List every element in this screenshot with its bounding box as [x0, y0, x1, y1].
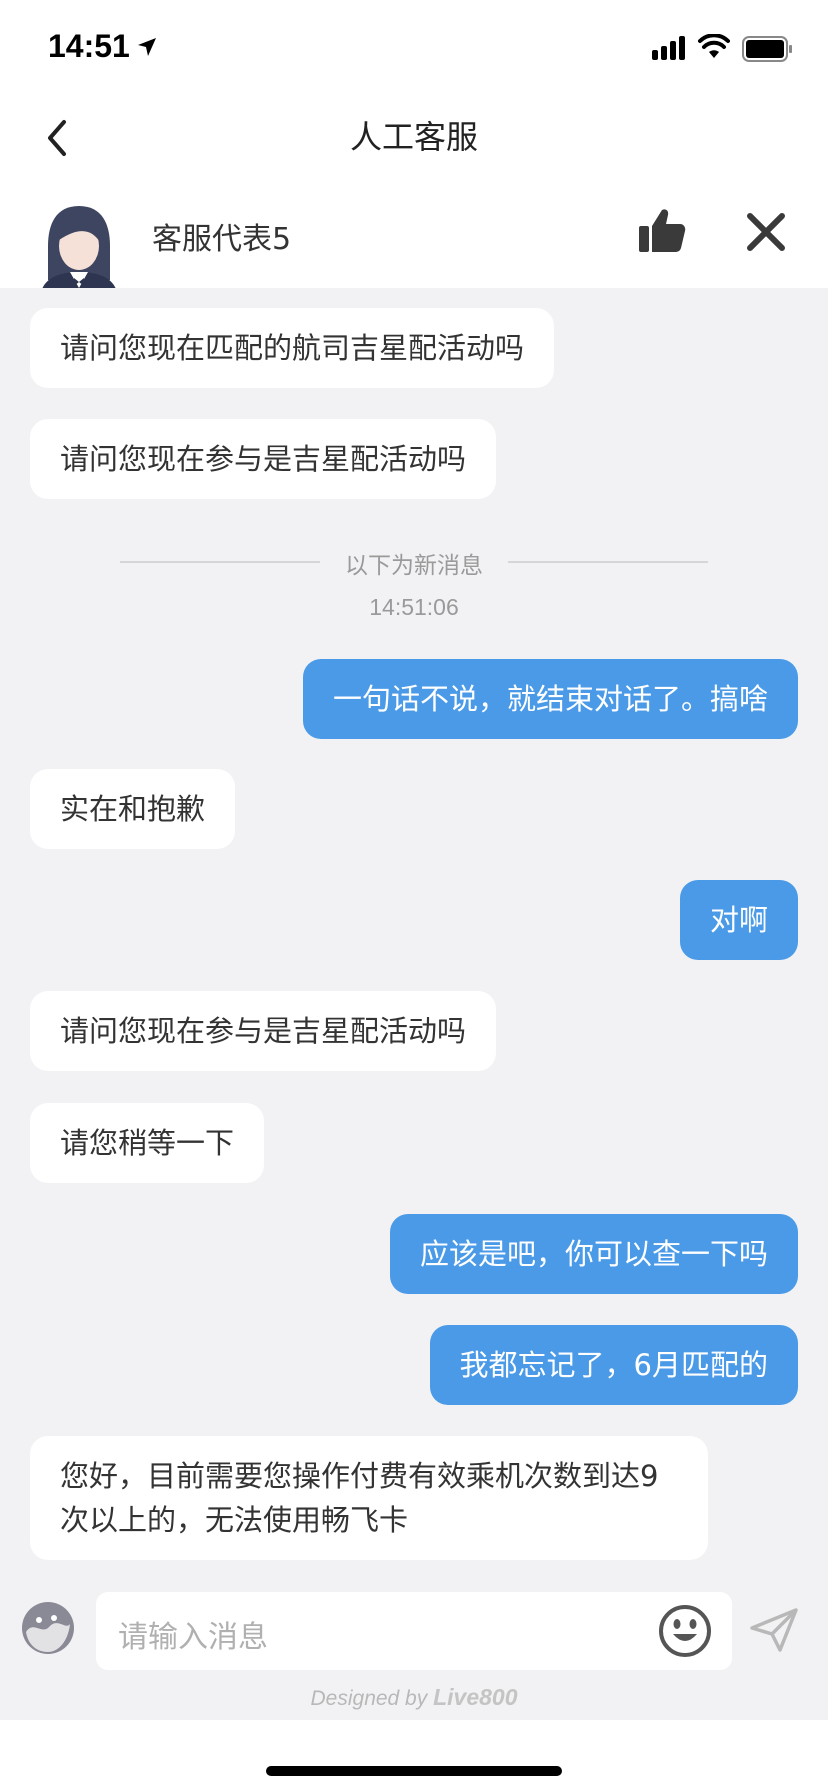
location-arrow-icon — [138, 38, 156, 56]
emoji-icon[interactable] — [658, 1604, 712, 1658]
message-timestamp: 14:51:06 — [369, 594, 459, 620]
close-icon[interactable] — [744, 210, 788, 254]
incoming-message: 请问您现在匹配的航司吉星配活动吗 — [30, 308, 555, 388]
agent-header: 客服代表5 — [0, 190, 828, 300]
send-icon[interactable] — [748, 1606, 800, 1654]
agent-name: 客服代表5 — [152, 222, 292, 257]
incoming-message: 实在和抱歉 — [30, 769, 236, 849]
incoming-message: 您好，目前需要您操作付费有效乘机次数到达9次以上的，无法使用畅飞卡 — [30, 1436, 708, 1560]
input-bar: 请输入消息 Designed by Live800 — [0, 1580, 828, 1720]
new-messages-divider: 以下为新消息 — [345, 553, 483, 579]
status-bar: 14:51 — [0, 0, 828, 90]
home-indicator[interactable] — [266, 1766, 562, 1776]
outgoing-message: 我都忘记了，6月匹配的 — [429, 1325, 798, 1405]
incoming-message: 请问您现在参与是吉星配活动吗 — [30, 419, 497, 499]
incoming-message: 请您稍等一下 — [30, 1103, 265, 1183]
outgoing-message: 对啊 — [679, 880, 798, 960]
outgoing-message: 一句话不说，就结束对话了。搞啥 — [302, 659, 798, 739]
battery-icon — [742, 36, 792, 62]
message-input[interactable]: 请输入消息 — [96, 1592, 732, 1670]
chat-area[interactable]: 请问您现在匹配的航司吉星配活动吗 请问您现在参与是吉星配活动吗 以下为新消息 1… — [0, 288, 828, 1580]
incoming-message: 请问您现在参与是吉星配活动吗 — [30, 991, 497, 1071]
agent-avatar — [40, 206, 118, 300]
nav-bar: 人工客服 — [0, 90, 828, 190]
message-input-placeholder: 请输入消息 — [118, 1620, 268, 1655]
divider-line-right — [508, 561, 708, 563]
signal-icon — [652, 36, 685, 60]
status-time: 14:51 — [48, 28, 130, 64]
wifi-icon — [698, 34, 730, 58]
page-title: 人工客服 — [349, 118, 478, 156]
designed-by-footer: Designed by Live800 — [0, 1684, 828, 1711]
mascot-icon[interactable] — [20, 1600, 76, 1656]
designed-by-label: Designed by — [310, 1687, 428, 1710]
home-area — [0, 1720, 828, 1792]
outgoing-message: 应该是吧，你可以查一下吗 — [389, 1214, 798, 1294]
brand-label: Live800 — [433, 1684, 518, 1710]
thumbs-up-icon[interactable] — [636, 206, 686, 256]
